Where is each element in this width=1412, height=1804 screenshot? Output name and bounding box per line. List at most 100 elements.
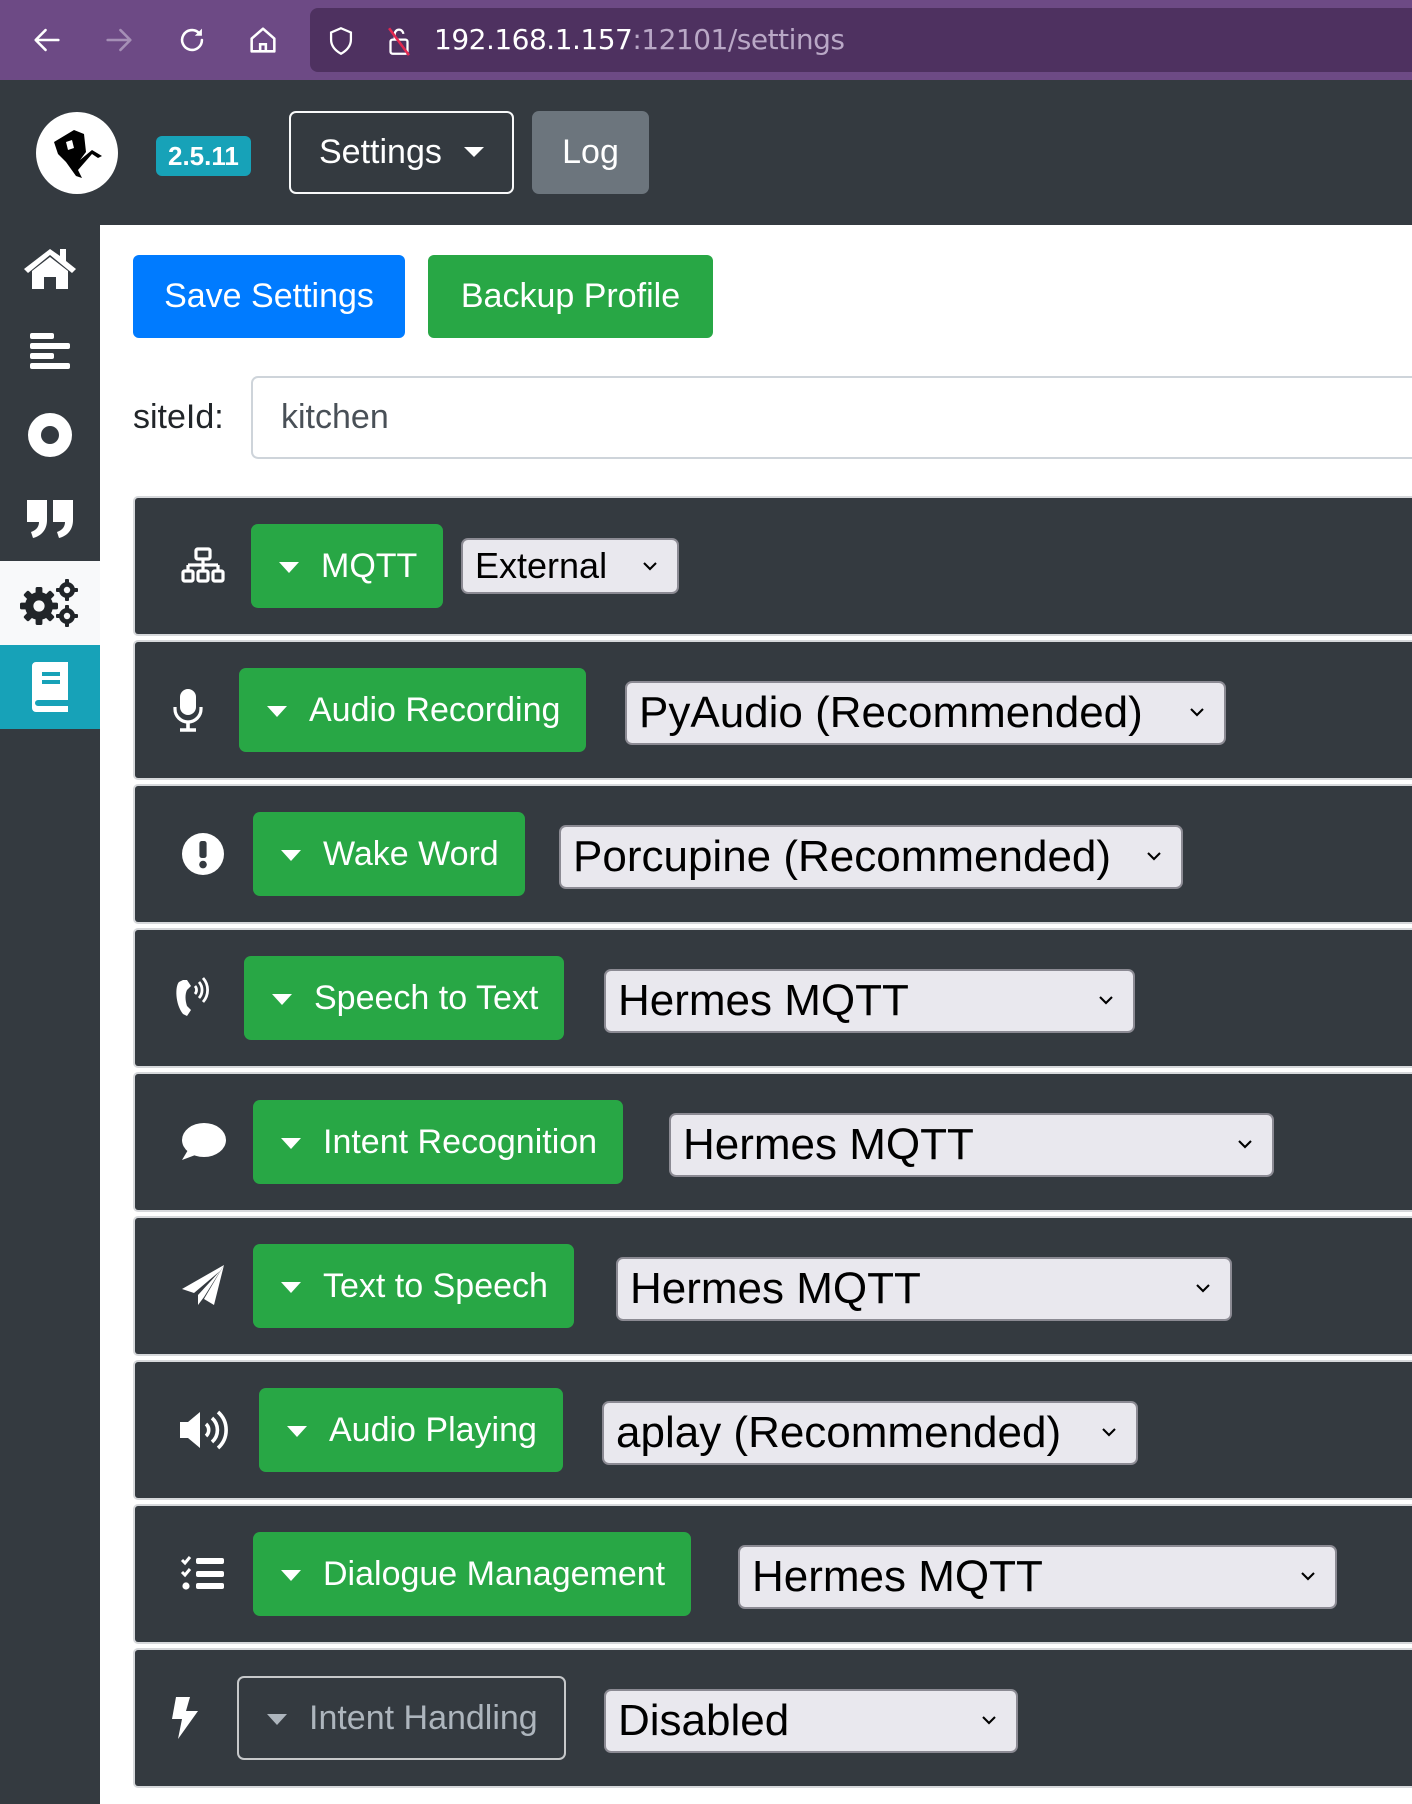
- dot-circle-icon: [28, 413, 72, 457]
- service-list: MQTT External Audio Recording PyAudio (R…: [133, 496, 1412, 1792]
- service-label: Audio Recording: [309, 691, 561, 729]
- service-select-mqtt[interactable]: External: [461, 538, 679, 594]
- service-toggle-mqtt[interactable]: MQTT: [251, 524, 444, 608]
- sidebar-item-sentences[interactable]: [0, 309, 100, 393]
- settings-content: Save Settings Backup Profile siteId: kit…: [100, 225, 1412, 1804]
- chevron-down-icon: [1102, 1428, 1116, 1437]
- bolt-icon: [155, 1650, 215, 1786]
- chevron-down-icon: [1301, 1572, 1315, 1581]
- chevron-down-icon: [1099, 996, 1113, 1005]
- address-bar[interactable]: 192.168.1.157:12101/settings: [310, 8, 1412, 72]
- comment-icon: [173, 1074, 233, 1210]
- service-row-audio-recording: Audio Recording PyAudio (Recommended): [133, 640, 1412, 780]
- service-toggle-wake-word[interactable]: Wake Word: [253, 812, 525, 896]
- service-label: Dialogue Management: [323, 1555, 666, 1593]
- align-left-icon: [30, 333, 70, 369]
- sidebar-item-settings[interactable]: [0, 561, 100, 645]
- version-badge: 2.5.11: [156, 136, 251, 176]
- service-label: MQTT: [321, 547, 418, 585]
- insecure-lock-icon: [388, 27, 410, 56]
- service-select-intent-recognition[interactable]: Hermes MQTT: [669, 1113, 1274, 1177]
- service-select-value: Hermes MQTT: [752, 1552, 1043, 1601]
- service-row-speech-to-text: Speech to Text Hermes MQTT: [133, 928, 1412, 1068]
- tasks-icon: [173, 1506, 233, 1642]
- logo-icon: [54, 130, 102, 178]
- backup-profile-button[interactable]: Backup Profile: [428, 255, 713, 338]
- service-row-text-to-speech: Text to Speech Hermes MQTT: [133, 1216, 1412, 1356]
- service-label: Text to Speech: [323, 1267, 548, 1305]
- caret-down-icon: [281, 1570, 301, 1581]
- quote-icon: [27, 500, 73, 538]
- service-select-value: Hermes MQTT: [630, 1264, 921, 1313]
- caret-down-icon: [281, 1138, 301, 1149]
- service-label: Speech to Text: [314, 979, 539, 1017]
- save-settings-button[interactable]: Save Settings: [133, 255, 405, 338]
- service-select-value: PyAudio (Recommended): [639, 688, 1143, 737]
- arrow-left-icon: [34, 28, 60, 52]
- caret-down-icon: [464, 147, 484, 157]
- service-row-wake-word: Wake Word Porcupine (Recommended): [133, 784, 1412, 924]
- back-button[interactable]: [27, 20, 67, 60]
- chevron-down-icon: [982, 1716, 996, 1725]
- service-select-value: Hermes MQTT: [618, 976, 909, 1025]
- service-select-wake-word[interactable]: Porcupine (Recommended): [559, 825, 1183, 889]
- network-icon: [173, 498, 233, 634]
- forward-button[interactable]: [99, 20, 139, 60]
- arrow-right-icon: [106, 28, 132, 52]
- log-button[interactable]: Log: [532, 111, 649, 194]
- service-select-text-to-speech[interactable]: Hermes MQTT: [616, 1257, 1232, 1321]
- service-toggle-audio-playing[interactable]: Audio Playing: [259, 1388, 563, 1472]
- cogs-icon: [20, 579, 78, 627]
- chevron-down-icon: [643, 562, 657, 571]
- service-select-value: Porcupine (Recommended): [573, 832, 1112, 881]
- service-row-intent-recognition: Intent Recognition Hermes MQTT: [133, 1072, 1412, 1212]
- chevron-down-icon: [1147, 852, 1161, 861]
- service-select-value: Hermes MQTT: [683, 1120, 974, 1169]
- url-text: 192.168.1.157:12101/settings: [434, 8, 845, 72]
- service-toggle-intent-recognition[interactable]: Intent Recognition: [253, 1100, 624, 1184]
- service-toggle-text-to-speech[interactable]: Text to Speech: [253, 1244, 574, 1328]
- siteid-input[interactable]: kitchen: [251, 376, 1412, 459]
- service-toggle-audio-recording[interactable]: Audio Recording: [239, 668, 587, 752]
- service-row-intent-handling: Intent Handling Disabled: [133, 1648, 1412, 1788]
- app-navbar: 2.5.11 Settings Log: [0, 80, 1412, 225]
- home-icon: [24, 249, 76, 289]
- sidebar-item-docs[interactable]: [0, 645, 100, 729]
- caret-down-icon: [287, 1426, 307, 1437]
- service-label: Audio Playing: [329, 1411, 537, 1449]
- service-select-dialogue-management[interactable]: Hermes MQTT: [738, 1545, 1337, 1609]
- exclamation-circle-icon: [173, 786, 233, 922]
- service-select-value: aplay (Recommended): [616, 1408, 1062, 1457]
- service-select-intent-handling[interactable]: Disabled: [604, 1689, 1018, 1753]
- home-button[interactable]: [243, 20, 283, 60]
- browser-toolbar: 192.168.1.157:12101/settings: [0, 0, 1412, 80]
- shield-icon: [329, 27, 353, 56]
- service-label: Intent Handling: [309, 1699, 538, 1737]
- service-select-value: Disabled: [618, 1696, 790, 1745]
- sidebar-item-words[interactable]: [0, 477, 100, 561]
- siteid-label: siteId:: [133, 398, 224, 436]
- service-toggle-speech-to-text[interactable]: Speech to Text: [244, 956, 565, 1040]
- microphone-icon: [158, 642, 218, 778]
- reload-button[interactable]: [172, 20, 212, 60]
- sidebar-item-record[interactable]: [0, 393, 100, 477]
- rhasspy-logo[interactable]: [36, 112, 118, 194]
- settings-dropdown-label: Settings: [319, 133, 442, 171]
- sidebar: [0, 225, 100, 1804]
- caret-down-icon: [267, 1714, 287, 1725]
- service-label: Intent Recognition: [323, 1123, 598, 1161]
- settings-dropdown[interactable]: Settings: [289, 111, 514, 194]
- phone-volume-icon: [163, 930, 223, 1066]
- caret-down-icon: [281, 1282, 301, 1293]
- sidebar-item-home[interactable]: [0, 225, 100, 309]
- service-select-audio-playing[interactable]: aplay (Recommended): [602, 1401, 1138, 1465]
- caret-down-icon: [279, 562, 299, 573]
- home-outline-icon: [250, 27, 276, 53]
- caret-down-icon: [272, 994, 292, 1005]
- service-toggle-dialogue-management[interactable]: Dialogue Management: [253, 1532, 692, 1616]
- paper-plane-icon: [173, 1218, 233, 1354]
- service-select-speech-to-text[interactable]: Hermes MQTT: [604, 969, 1135, 1033]
- service-select-audio-recording[interactable]: PyAudio (Recommended): [625, 681, 1226, 745]
- service-toggle-intent-handling[interactable]: Intent Handling: [237, 1676, 566, 1760]
- chevron-down-icon: [1190, 708, 1204, 717]
